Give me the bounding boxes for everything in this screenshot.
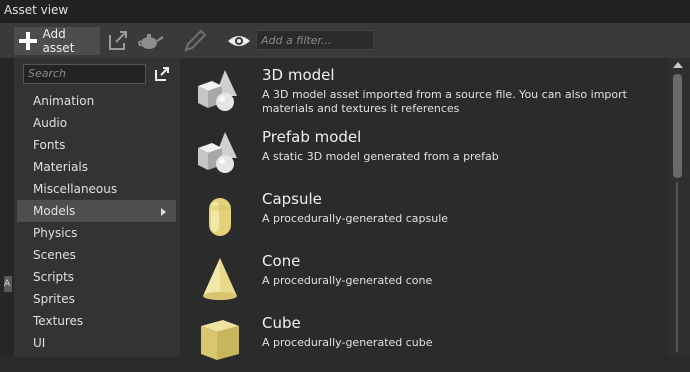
left-edge-panel: A — [0, 58, 14, 357]
asset-item-prefab-model[interactable]: Prefab model A static 3D model generated… — [181, 122, 669, 184]
asset-description: A static 3D model generated from a prefa… — [262, 150, 499, 163]
import-icon[interactable] — [106, 29, 132, 53]
collapse-icon[interactable] — [154, 66, 170, 82]
category-scenes[interactable]: Scenes — [17, 244, 176, 266]
asset-item-cube[interactable]: Cube A procedurally-generated cube — [181, 308, 669, 370]
category-audio[interactable]: Audio — [17, 112, 176, 134]
asset-list: 3D model A 3D model asset imported from … — [181, 58, 669, 360]
asset-name: Prefab model — [262, 128, 362, 146]
asset-name: Capsule — [262, 190, 322, 208]
eye-icon[interactable] — [226, 29, 252, 53]
vertical-scrollbar[interactable] — [669, 58, 690, 357]
asset-description: A procedurally-generated cone — [262, 274, 433, 287]
prefab-shapes-icon — [193, 128, 247, 182]
pencil-icon[interactable] — [182, 29, 208, 53]
category-miscellaneous[interactable]: Miscellaneous — [17, 178, 176, 200]
model-shapes-icon — [193, 66, 247, 120]
category-textures[interactable]: Textures — [17, 310, 176, 332]
category-materials[interactable]: Materials — [17, 156, 176, 178]
panel-title: Asset view — [4, 3, 69, 17]
category-fonts[interactable]: Fonts — [17, 134, 176, 156]
teapot-icon[interactable] — [136, 29, 164, 53]
asset-item-3d-model[interactable]: 3D model A 3D model asset imported from … — [181, 60, 669, 122]
category-animation[interactable]: Animation — [17, 90, 176, 112]
category-sprites[interactable]: Sprites — [17, 288, 176, 310]
asset-description: A 3D model asset imported from a source … — [262, 88, 627, 115]
cube-icon — [193, 314, 247, 368]
chevron-right-icon — [161, 208, 166, 216]
scrollbar-thumb[interactable] — [673, 74, 682, 178]
category-sidebar: Search Animation Audio Fonts Materials M… — [14, 58, 180, 357]
panel-titlebar: Asset view — [0, 0, 690, 22]
asset-name: 3D model — [262, 66, 335, 84]
category-ui[interactable]: UI — [17, 332, 176, 354]
plus-icon — [17, 30, 38, 52]
asset-item-cone[interactable]: Cone A procedurally-generated cone — [181, 246, 669, 308]
category-models-label: Models — [33, 204, 76, 218]
asset-description: A procedurally-generated capsule — [262, 212, 449, 225]
asset-description: A procedurally-generated cube — [262, 336, 433, 349]
category-models[interactable]: Models — [17, 200, 176, 222]
capsule-icon — [193, 190, 247, 244]
cone-icon — [193, 252, 247, 306]
asset-name: Cube — [262, 314, 301, 332]
filter-input[interactable]: Add a filter... — [256, 30, 374, 50]
toolbar: Add asset Add a filter... — [0, 22, 690, 59]
search-input[interactable]: Search — [23, 64, 146, 84]
left-edge-chip: A — [4, 276, 12, 292]
category-physics[interactable]: Physics — [17, 222, 176, 244]
category-scripts[interactable]: Scripts — [17, 266, 176, 288]
asset-item-capsule[interactable]: Capsule A procedurally-generated capsule — [181, 184, 669, 246]
asset-name: Cone — [262, 252, 301, 270]
add-asset-label: Add asset — [42, 27, 75, 55]
scroll-up-arrow-icon[interactable] — [673, 62, 683, 68]
scrollbar-track — [676, 182, 678, 352]
add-asset-button[interactable]: Add asset — [14, 27, 100, 55]
